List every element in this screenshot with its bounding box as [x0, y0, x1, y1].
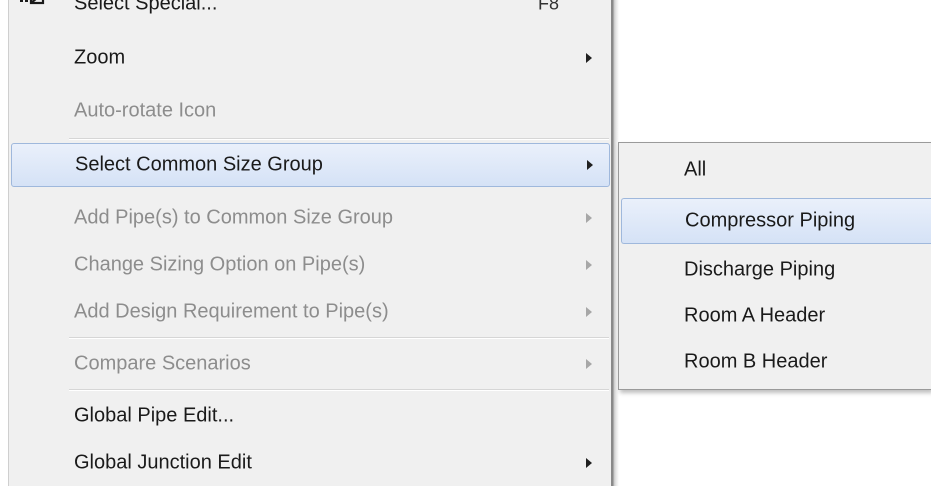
context-menu: Select Special... F8 Zoom Auto-rotate Ic…	[8, 0, 611, 486]
submenu-item-label: Discharge Piping	[684, 258, 836, 281]
screen: Select Special... F8 Zoom Auto-rotate Ic…	[0, 0, 931, 486]
submenu-arrow-icon	[586, 307, 592, 317]
menu-item-global-pipe-edit[interactable]: Global Pipe Edit...	[11, 394, 610, 438]
menu-item-label: Select Common Size Group	[75, 153, 323, 176]
submenu-item-room-b-header[interactable]: Room B Header	[621, 339, 931, 385]
submenu-item-label: Room B Header	[684, 350, 828, 373]
menu-item-add-pipes-to-common-size-group[interactable]: Add Pipe(s) to Common Size Group	[11, 196, 610, 240]
submenu-arrow-icon	[586, 458, 592, 468]
submenu-arrow-icon	[586, 53, 592, 63]
submenu-item-label: Room A Header	[684, 304, 826, 327]
submenu-item-room-a-header[interactable]: Room A Header	[621, 293, 931, 339]
menu-item-compare-scenarios[interactable]: Compare Scenarios	[11, 342, 610, 386]
menu-item-change-sizing-option[interactable]: Change Sizing Option on Pipe(s)	[11, 243, 610, 287]
submenu-arrow-icon	[586, 213, 592, 223]
menu-item-label: Add Pipe(s) to Common Size Group	[74, 206, 394, 229]
menu-item-auto-rotate-icon[interactable]: Auto-rotate Icon	[11, 89, 610, 133]
menu-item-add-design-requirement[interactable]: Add Design Requirement to Pipe(s)	[11, 290, 610, 334]
shortcut-label: F8	[538, 0, 560, 14]
submenu-arrow-icon	[587, 160, 593, 170]
menu-item-label: Compare Scenarios	[74, 352, 251, 375]
menu-item-select-special[interactable]: Select Special... F8	[11, 0, 610, 22]
menu-item-global-junction-edit[interactable]: Global Junction Edit	[11, 441, 610, 485]
submenu-arrow-icon	[586, 260, 592, 270]
menu-item-label: Global Pipe Edit...	[74, 404, 235, 427]
menu-item-label: Global Junction Edit	[74, 451, 252, 474]
menu-item-label: Select Special...	[74, 0, 218, 15]
menu-item-label: Zoom	[74, 46, 126, 69]
select-special-icon	[20, 0, 45, 5]
submenu-item-label: Compressor Piping	[685, 209, 856, 232]
submenu-item-discharge-piping[interactable]: Discharge Piping	[621, 247, 931, 293]
menu-separator	[69, 138, 609, 140]
submenu-item-all[interactable]: All	[621, 147, 931, 193]
menu-item-zoom[interactable]: Zoom	[11, 36, 610, 80]
submenu-item-compressor-piping[interactable]: Compressor Piping	[621, 198, 931, 244]
submenu-arrow-icon	[586, 359, 592, 369]
common-size-group-submenu: All Compressor Piping Discharge Piping R…	[618, 142, 931, 390]
menu-item-label: Add Design Requirement to Pipe(s)	[74, 300, 389, 323]
menu-item-select-common-size-group[interactable]: Select Common Size Group	[11, 143, 610, 187]
menu-separator	[69, 337, 609, 339]
menu-item-label: Auto-rotate Icon	[74, 99, 217, 122]
submenu-item-label: All	[684, 158, 707, 181]
menu-separator	[69, 389, 609, 391]
menu-item-label: Change Sizing Option on Pipe(s)	[74, 253, 366, 276]
